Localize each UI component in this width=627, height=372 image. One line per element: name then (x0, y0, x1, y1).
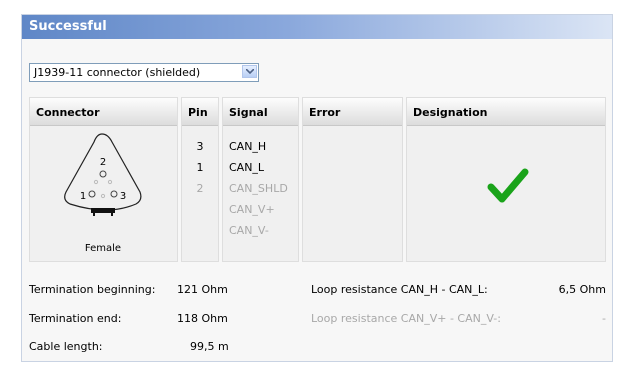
connector-type-value: J1939-11 connector (shielded) (34, 66, 201, 79)
termination-end-value: 118 Ohm (177, 312, 228, 325)
pin-value: 1 (196, 161, 204, 174)
error-column: Error (302, 97, 403, 262)
signal-name: CAN_L (229, 161, 265, 174)
error-header: Error (303, 98, 402, 126)
termination-end-label: Termination end: (29, 312, 122, 325)
cable-length-value: 99,5 m (190, 340, 229, 353)
termination-beginning-value: 121 Ohm (177, 283, 228, 296)
pin-value: 2 (196, 182, 204, 195)
termination-beginning-label: Termination beginning: (29, 283, 156, 296)
pin-column: Pin 3 1 2 (181, 97, 219, 262)
connector-header: Connector (30, 98, 177, 126)
status-header: Successful (22, 15, 612, 39)
signal-header: Signal (223, 98, 298, 126)
pin-1-circle (88, 190, 96, 198)
unused-pin-circle (93, 179, 99, 185)
pin-label-1: 1 (80, 191, 86, 202)
designation-header: Designation (407, 98, 605, 126)
chevron-down-icon (246, 69, 254, 75)
pin-3-circle (110, 190, 118, 198)
loop-resistance-canv-label: Loop resistance CAN_V+ - CAN_V-: (311, 312, 501, 325)
connector-caption: Female (85, 243, 121, 254)
designation-column: Designation (406, 97, 606, 262)
pin-2-circle (99, 170, 107, 178)
connector-outline (64, 133, 142, 211)
connector-pinout-diagram: 2 1 3 Female (64, 133, 142, 254)
signal-column: Signal CAN_H CAN_L CAN_SHLD CAN_V+ CAN_V… (222, 97, 299, 262)
connector-key-foot (93, 213, 95, 216)
loop-resistance-canh-canl-label: Loop resistance CAN_H - CAN_L: (311, 283, 488, 296)
signal-name: CAN_H (229, 140, 267, 153)
status-title: Successful (29, 19, 107, 34)
pin-value: 3 (196, 140, 204, 153)
green-checkmark-icon (487, 168, 529, 203)
results-panel: Successful J1939-11 connector (shielded)… (21, 14, 613, 362)
dropdown-arrow-button[interactable] (242, 65, 257, 78)
connector-type-select[interactable]: J1939-11 connector (shielded) (29, 63, 259, 82)
pin-label-2: 2 (100, 157, 106, 168)
pin-label-3: 3 (120, 191, 126, 202)
connector-column: Connector 2 1 3 Female (29, 97, 178, 262)
connector-key-tab (91, 208, 115, 213)
cable-length-label: Cable length: (29, 340, 103, 353)
loop-resistance-canv-value: - (602, 312, 606, 325)
unused-pin-circle (100, 193, 106, 199)
signal-name: CAN_SHLD (229, 182, 288, 195)
pin-header: Pin (182, 98, 218, 126)
unused-pin-circle (107, 179, 113, 185)
signal-name: CAN_V+ (229, 203, 275, 216)
loop-resistance-canh-canl-value: 6,5 Ohm (558, 283, 606, 296)
connector-key-foot (111, 213, 113, 216)
signal-name: CAN_V- (229, 224, 269, 237)
